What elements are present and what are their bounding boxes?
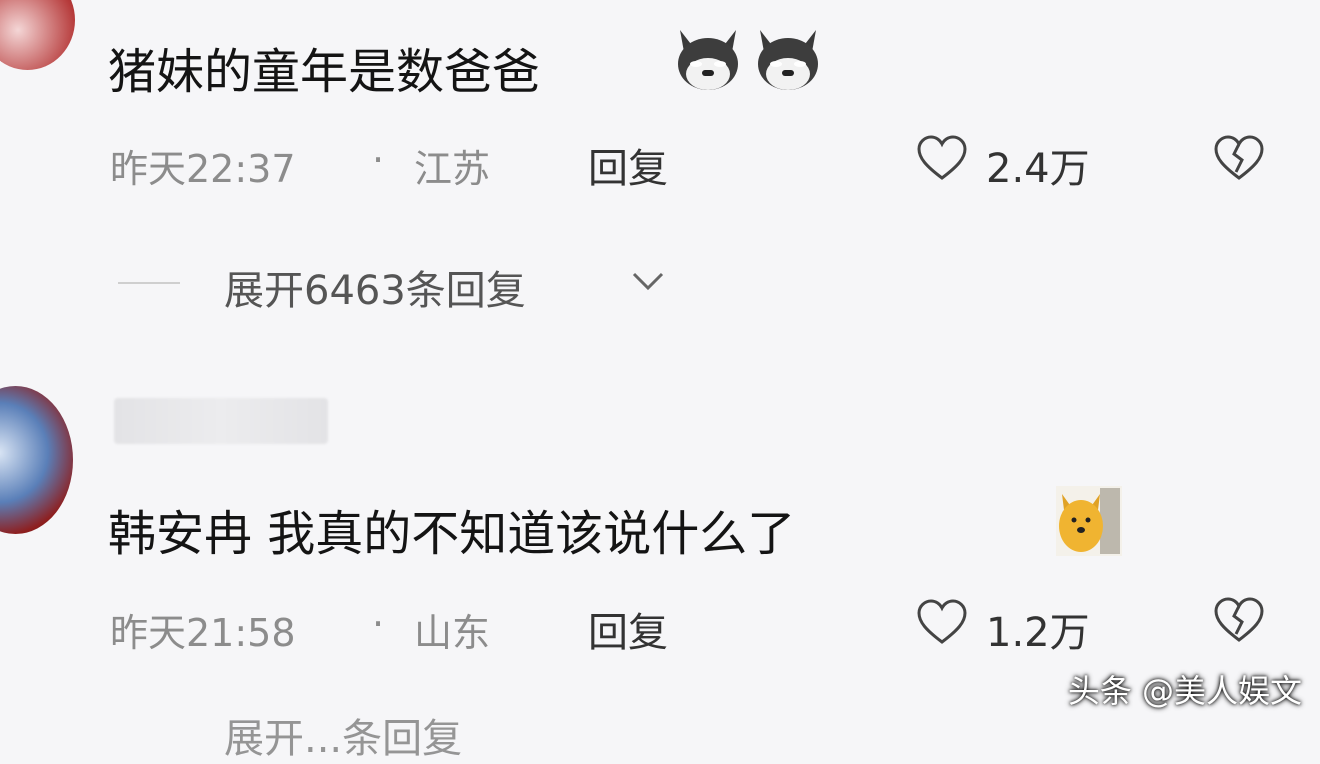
chevron-down-icon[interactable] (628, 266, 668, 296)
divider-line (118, 282, 180, 284)
husky-emoji-icon (752, 22, 824, 94)
like-count: 2.4万 (986, 146, 1090, 192)
husky-emoji-icon (672, 22, 744, 94)
like-count: 1.2万 (986, 610, 1090, 656)
reply-button[interactable]: 回复 (588, 600, 668, 658)
comment-location: 江苏 (414, 147, 491, 191)
comment-location: 山东 (414, 611, 491, 655)
broken-heart-icon[interactable] (1212, 134, 1266, 182)
golden-dog-emoji-icon (1056, 486, 1122, 556)
watermark: 头条 @美人娱文 (1067, 672, 1302, 710)
heart-outline-icon[interactable] (916, 134, 968, 182)
broken-heart-icon[interactable] (1212, 596, 1266, 644)
comment-text: 猪妹的童年是数爸爸 (108, 44, 541, 100)
avatar[interactable] (0, 0, 75, 70)
expand-replies-button[interactable]: 展开...条回复 (224, 706, 462, 764)
meta-separator: · (372, 138, 385, 182)
avatar[interactable] (0, 386, 73, 534)
expand-replies-button[interactable]: 展开6463条回复 (224, 258, 526, 316)
username-redacted (114, 398, 328, 444)
comment-time: 昨天21:58 (110, 611, 296, 655)
heart-outline-icon[interactable] (916, 598, 968, 646)
reply-button[interactable]: 回复 (588, 136, 668, 194)
meta-separator: · (372, 602, 385, 646)
comment-text: 韩安冉 我真的不知道该说什么了 (108, 506, 796, 562)
comment-time: 昨天22:37 (110, 147, 296, 191)
